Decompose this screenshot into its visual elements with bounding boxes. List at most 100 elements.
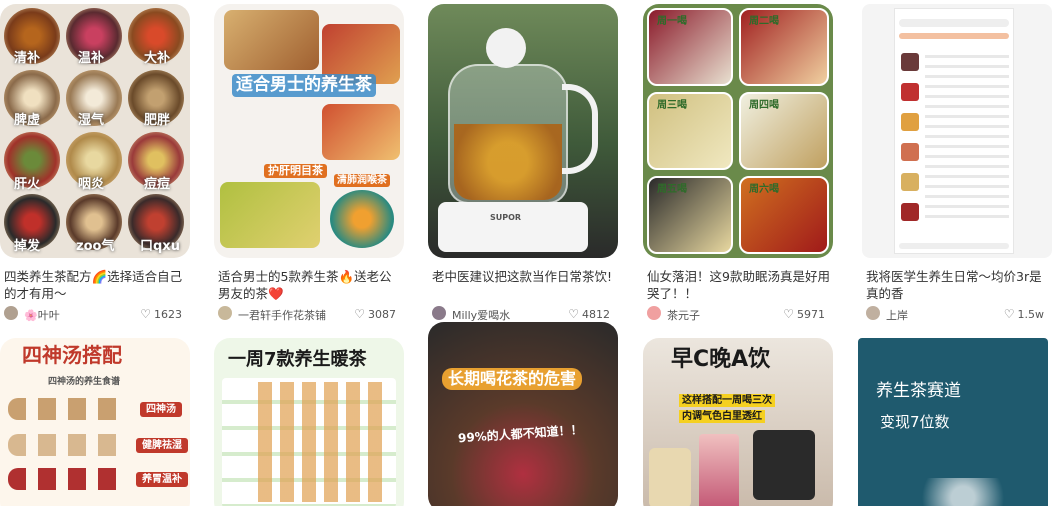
card-title[interactable]: 我将医学生养生日常～均价3r是真的香	[866, 268, 1050, 302]
box-label: 周三喝	[657, 100, 687, 111]
card-title[interactable]: 仙女落泪！这9款助眠汤真是好用哭了！！	[647, 268, 831, 302]
avatar[interactable]	[432, 306, 446, 320]
heart-icon[interactable]: ♡	[140, 307, 151, 321]
tea-table-colors	[258, 382, 388, 502]
thumb-text: 掉发	[14, 239, 41, 254]
thumb-text: 变现7位数	[880, 413, 950, 431]
card-meta: 一君轩手作花茶铺 ♡ 3087	[218, 306, 402, 322]
avatar[interactable]	[647, 306, 661, 320]
thumb-text: 肥胖	[144, 113, 171, 128]
thumb-text: 这样搭配一周喝三次	[679, 394, 775, 407]
like-count[interactable]: ♡ 1623	[140, 307, 182, 321]
cloud-decoration	[908, 478, 1018, 506]
heart-icon[interactable]: ♡	[1004, 307, 1015, 321]
card-thumbnail[interactable]: 早C晚A饮 这样搭配一周喝三次 内调气色白里透红	[643, 338, 833, 506]
tea-bag	[699, 434, 739, 506]
like-count[interactable]: ♡ 3087	[354, 307, 396, 321]
avatar[interactable]	[4, 306, 18, 320]
card-title[interactable]: 四类养生茶配方🌈选择适合自己的才有用～	[4, 268, 188, 302]
thumb-text: 清肺润喉茶	[334, 174, 390, 187]
card-meta: Milly爱喝水 ♡ 4812	[432, 306, 616, 322]
thumb-text: 四神汤的养生食谱	[48, 377, 121, 387]
result-tag: 养胃温补	[136, 472, 188, 487]
like-count[interactable]: ♡ 4812	[568, 307, 610, 321]
author-name[interactable]: 🌸叶叶	[24, 307, 60, 323]
screenshot-row	[901, 53, 919, 71]
card-thumbnail[interactable]: 一周7款养生暖茶	[214, 338, 404, 506]
avatar[interactable]	[218, 306, 232, 320]
box-label: 周六喝	[749, 184, 779, 195]
feed-card[interactable]: 适合男士的养生茶 护肝明目茶 清肺润喉茶 适合男士的5款养生茶🔥送老公 男友的茶…	[214, 4, 404, 322]
feed-card[interactable]: 一周7款养生暖茶	[214, 338, 404, 506]
screenshot-row	[901, 83, 919, 101]
thumb-text: 大补	[144, 51, 171, 66]
author-name[interactable]: 茶元子	[667, 307, 700, 323]
card-thumbnail[interactable]: 清补 温补 大补 脾虚 湿气 肥胖 肝火 咽炎 痘痘 掉发 zoo气 口qxu	[0, 4, 190, 258]
ingredient-row	[8, 434, 126, 456]
card-meta: 上岸 ♡ 1.5w	[866, 306, 1050, 322]
thumb-text: 口qxu	[140, 239, 180, 254]
heart-icon[interactable]: ♡	[568, 307, 579, 321]
kettle-base	[438, 202, 588, 252]
screenshot-footer	[899, 243, 1009, 249]
author-name[interactable]: 上岸	[886, 307, 908, 323]
box-label: 周二喝	[749, 16, 779, 27]
heart-icon[interactable]: ♡	[354, 307, 365, 321]
tea-box: 周四喝	[739, 92, 829, 170]
author-name[interactable]: 一君轩手作花茶铺	[238, 307, 326, 323]
kettle-lid	[486, 28, 526, 68]
feed-card[interactable]: 长期喝花茶的危害 99%的人都不知道！！	[428, 322, 618, 506]
thumb-title: 长期喝花茶的危害	[442, 368, 583, 390]
card-thumbnail[interactable]	[862, 4, 1052, 258]
feed-card[interactable]: 清补 温补 大补 脾虚 湿气 肥胖 肝火 咽炎 痘痘 掉发 zoo气 口qxu …	[0, 4, 190, 322]
card-thumbnail[interactable]: 适合男士的养生茶 护肝明目茶 清肺润喉茶	[214, 4, 404, 258]
card-meta: 茶元子 ♡ 5971	[647, 306, 831, 322]
tea-tray	[224, 10, 319, 70]
tea-plate	[330, 190, 394, 248]
like-count-value: 5971	[797, 308, 825, 321]
thumb-title: 一周7款养生暖茶	[228, 349, 367, 370]
thumb-text: 清补	[14, 51, 41, 66]
feed-card[interactable]: 早C晚A饮 这样搭配一周喝三次 内调气色白里透红	[643, 338, 833, 506]
heart-icon[interactable]: ♡	[783, 307, 794, 321]
screenshot-row	[901, 203, 919, 221]
card-title[interactable]: 老中医建议把这款当作日常茶饮!	[432, 268, 616, 285]
author-name[interactable]: Milly爱喝水	[452, 307, 510, 323]
thumb-title: 养生茶赛道	[876, 381, 961, 401]
screenshot-header	[899, 19, 1009, 27]
card-thumbnail[interactable]: 养生茶赛道 变现7位数	[858, 338, 1048, 506]
tea-box: 周一喝	[647, 8, 733, 86]
tea-box: 周二喝	[739, 8, 829, 86]
thumb-text: 温补	[78, 51, 105, 66]
tea-bag	[649, 448, 691, 506]
thumb-text: 咽炎	[78, 177, 105, 192]
thumb-text: 适合男士的养生茶	[232, 74, 376, 97]
result-tag: 健脾祛湿	[136, 438, 188, 453]
feed-card[interactable]: SUPOR 老中医建议把这款当作日常茶饮! Milly爱喝水 ♡ 4812	[428, 4, 618, 322]
result-tag: 四神汤	[140, 402, 182, 417]
card-thumbnail[interactable]: SUPOR	[428, 4, 618, 258]
screenshot-row	[901, 173, 919, 191]
thumb-text: SUPOR	[490, 213, 522, 222]
kettle-handle	[562, 84, 598, 174]
feed-card[interactable]: 养生茶赛道 变现7位数	[858, 338, 1048, 506]
card-thumbnail[interactable]: 四神汤搭配 四神汤的养生食谱 四神汤 健脾祛湿 养胃温补	[0, 338, 190, 506]
feed-card[interactable]: 四神汤搭配 四神汤的养生食谱 四神汤 健脾祛湿 养胃温补	[0, 338, 190, 506]
card-thumbnail[interactable]: 周一喝 周二喝 周三喝 周四喝 周五喝 周六喝	[643, 4, 833, 258]
tea-liquid	[454, 124, 562, 200]
thumb-text: 肝火	[14, 177, 41, 192]
like-count[interactable]: ♡ 1.5w	[1004, 307, 1044, 321]
like-count-value: 1623	[154, 308, 182, 321]
thumb-text: 护肝明目茶	[264, 164, 327, 179]
like-count-value: 3087	[368, 308, 396, 321]
feed-card[interactable]: 我将医学生养生日常～均价3r是真的香 上岸 ♡ 1.5w	[862, 4, 1052, 322]
thumb-title: 四神汤搭配	[22, 343, 122, 367]
tea-bag	[753, 430, 815, 500]
avatar[interactable]	[866, 306, 880, 320]
card-thumbnail[interactable]: 长期喝花茶的危害 99%的人都不知道！！	[428, 322, 618, 506]
card-title[interactable]: 适合男士的5款养生茶🔥送老公 男友的茶❤️	[218, 268, 402, 302]
feed-card[interactable]: 周一喝 周二喝 周三喝 周四喝 周五喝 周六喝 仙女落泪！这9款助眠汤真是好用哭…	[643, 4, 833, 322]
like-count[interactable]: ♡ 5971	[783, 307, 825, 321]
screenshot-tabs	[899, 33, 1009, 39]
tea-box: 周三喝	[647, 92, 733, 170]
